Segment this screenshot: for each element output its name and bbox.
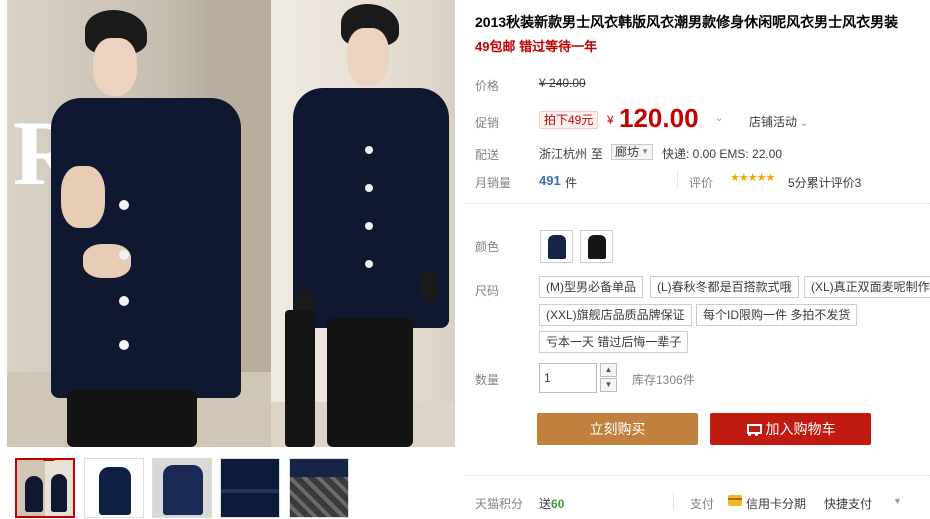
payment-label: 支付 <box>690 497 715 511</box>
cart-icon <box>746 423 762 436</box>
divider <box>466 203 930 204</box>
destination-select[interactable]: 廊坊 ▼ <box>611 144 653 160</box>
chevron-down-icon[interactable]: ▼ <box>893 496 902 506</box>
payment-installment[interactable]: 信用卡分期 <box>746 495 806 512</box>
chevron-down-icon[interactable]: ⌄ <box>715 113 723 124</box>
ship-to-word: 至 <box>591 147 604 161</box>
points-value: 送60 <box>539 497 565 511</box>
points-label: 天猫积分 <box>475 497 524 511</box>
main-product-image[interactable]: R <box>7 0 455 447</box>
quantity-label: 数量 <box>475 373 500 387</box>
color-option-black[interactable] <box>580 230 613 263</box>
product-title: 2013秋装新款男士风衣韩版风衣潮男款修身休闲呢风衣男士风衣男装 <box>475 14 899 30</box>
shipping-fee: 快递: 0.00 EMS: 22.00 <box>662 147 783 161</box>
quantity-increase-icon[interactable]: ▲ <box>600 363 617 377</box>
size-option-promo[interactable]: 亏本一天 错过后悔一辈子 <box>539 331 689 353</box>
chevron-down-icon: ▼ <box>641 147 649 156</box>
quantity-input[interactable] <box>539 363 597 393</box>
rating-label: 评价 <box>689 176 714 190</box>
add-to-cart-label: 加入购物车 <box>765 421 836 437</box>
size-option-l[interactable]: (L)春秋冬都是百搭款式哦 <box>650 276 799 298</box>
selected-indicator-icon <box>43 460 55 461</box>
stock-count: 库存1306件 <box>632 373 695 387</box>
monthly-sales-unit: 件 <box>565 176 578 190</box>
promo-tag: 拍下49元 <box>539 111 599 129</box>
size-label: 尺码 <box>475 284 500 298</box>
ship-from: 浙江杭州 <box>539 147 588 161</box>
thumbnail-4[interactable] <box>220 458 280 518</box>
divider <box>677 170 678 188</box>
divider <box>466 475 930 476</box>
buy-now-button[interactable]: 立刻购买 <box>537 413 698 445</box>
thumbnail-2[interactable] <box>84 458 144 518</box>
color-option-navy[interactable] <box>540 230 573 263</box>
monthly-sales-label: 月销量 <box>475 176 512 190</box>
monthly-sales-count: 491 <box>539 173 561 188</box>
quantity-decrease-icon[interactable]: ▼ <box>600 378 617 392</box>
thumbnail-strip <box>7 455 455 518</box>
rating-text[interactable]: 5分累计评价3 <box>788 174 861 191</box>
size-option-xl[interactable]: (XL)真正双面麦呢制作 <box>804 276 930 298</box>
thumbnail-5[interactable] <box>289 458 349 518</box>
chevron-down-icon: ⌄ <box>797 118 809 129</box>
currency-symbol: ¥ <box>607 113 614 127</box>
thumbnail-1[interactable] <box>15 458 75 518</box>
size-option-m[interactable]: (M)型男必备单品 <box>539 276 643 298</box>
rating-stars-icon: ★★★★★ <box>730 172 775 184</box>
color-label: 颜色 <box>475 240 500 254</box>
shop-activity-dropdown[interactable]: 店铺活动 ⌄ <box>749 113 808 130</box>
divider <box>673 492 674 510</box>
payment-quick[interactable]: 快捷支付 <box>824 495 872 512</box>
size-option-xxl[interactable]: (XXL)旗舰店品质品牌保证 <box>539 304 692 326</box>
thumbnail-3[interactable] <box>152 458 212 518</box>
price-label: 价格 <box>475 79 500 93</box>
photo-right-half <box>271 0 455 447</box>
current-price: 120.00 <box>619 103 699 133</box>
model-figure-right <box>271 0 455 447</box>
credit-card-icon <box>728 495 742 506</box>
original-price: ¥ 240.00 <box>539 76 586 90</box>
photo-left-half: R <box>7 0 271 447</box>
product-subtitle: 49包邮 错过等待一年 <box>475 39 598 54</box>
add-to-cart-button[interactable]: 加入购物车 <box>710 413 871 445</box>
shipping-label: 配送 <box>475 148 500 162</box>
size-option-limit[interactable]: 每个ID限购一件 多拍不发货 <box>696 304 858 326</box>
promo-label: 促销 <box>475 116 500 130</box>
model-figure-left <box>7 0 271 447</box>
